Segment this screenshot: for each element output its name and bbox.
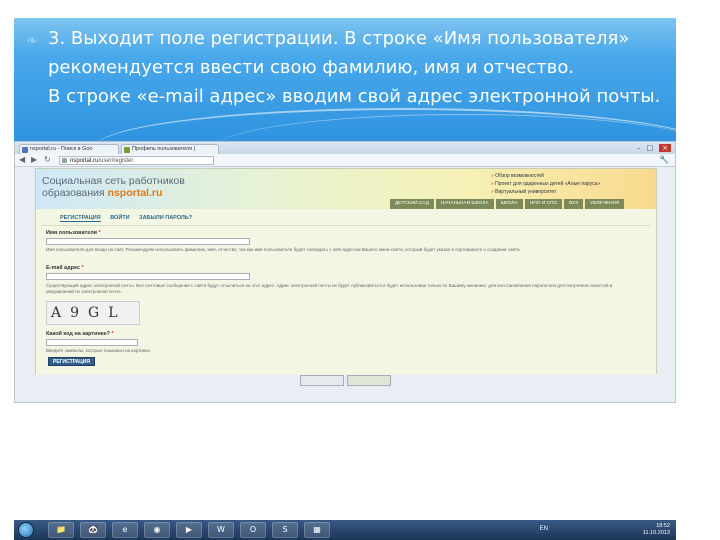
minimize-icon[interactable]: – [637,144,647,152]
ie-icon[interactable]: e [112,522,138,538]
forward-icon[interactable]: ▶ [31,155,37,164]
tab-login[interactable]: ВОЙТИ [110,215,129,221]
site-header: Социальная сеть работников образования n… [36,169,656,209]
register-button[interactable]: РЕГИСТРАЦИЯ [48,357,95,366]
explorer-icon[interactable]: 📁 [48,522,74,538]
header-link[interactable]: Проект для одаренных детей «Алые паруса» [491,180,600,188]
username-input[interactable] [46,238,250,245]
clock-time: 18:52 [656,523,670,529]
email-label: E-mail адрес * [46,265,84,271]
footer-banner-image [300,375,344,386]
header-link[interactable]: Обзор возможностей [491,172,600,180]
nav-primary-school[interactable]: НАЧАЛЬНАЯ ШКОЛА [435,199,494,209]
tab-label: nsportal.ru - Поиск в Goo [30,146,93,152]
opera-icon[interactable]: O [240,522,266,538]
clock-date: 11.10.2013 [642,530,670,536]
site-brand-link[interactable]: nsportal.ru [108,187,163,199]
slide-paragraph-1: 3. Выходит поле регистрации. В строке «И… [48,28,630,78]
email-hint: Существующий адрес электронной почты. Вс… [46,283,613,294]
language-indicator[interactable]: EN [540,526,548,532]
header-links: Обзор возможностей Проект для одаренных … [491,172,600,196]
clock[interactable]: 18:52 11.10.2013 [643,523,670,537]
registration-form: РЕГИСТРАЦИЯ ВОЙТИ ЗАБЫЛИ ПАРОЛЬ? Имя пол… [36,209,656,375]
footer-banner-image [347,375,391,386]
nav-university[interactable]: ВУЗ [564,199,584,209]
required-mark: * [81,265,84,271]
nav-npo-spo[interactable]: НПО И СПО [524,199,563,209]
required-mark: * [98,230,101,236]
url-host: nsportal.ru [70,158,99,164]
username-hint: Имя пользователя для входа на сайт. Реко… [46,247,521,252]
browser-screenshot: nsportal.ru - Поиск в Goo Профиль пользо… [14,141,676,403]
captcha-label: Какой код на картинке? * [46,331,114,337]
tab-register[interactable]: РЕГИСТРАЦИЯ [60,215,101,222]
url-path: /user/register [98,158,134,164]
window-controls: –□ × [637,144,671,152]
app-icon[interactable]: ▦ [304,522,330,538]
bullet-icon: ❧ [26,33,38,49]
word-icon[interactable]: W [208,522,234,538]
browser-tab-profile[interactable]: Профиль пользователя | [121,144,219,154]
web-page: Социальная сеть работников образования n… [35,168,657,375]
form-tabs: РЕГИСТРАЦИЯ ВОЙТИ ЗАБЫЛИ ПАРОЛЬ? [60,215,200,222]
divider [42,225,650,226]
browser-tab-strip: nsportal.ru - Поиск в Goo Профиль пользо… [15,142,675,154]
browser-toolbar: ◀ ▶ ↻ nsportal.ru/user/register 🔧 [15,154,675,167]
start-button[interactable] [18,522,34,538]
tab-label: Профиль пользователя | [132,146,196,152]
chrome-icon[interactable]: ◉ [144,522,170,538]
favicon-icon [124,147,130,153]
slide-text: ❧ 3. Выходит поле регистрации. В строке … [26,24,676,111]
favicon-icon [22,147,28,153]
category-nav: ДЕТСКИЙ САД НАЧАЛЬНАЯ ШКОЛА ШКОЛА НПО И … [388,199,625,209]
back-icon[interactable]: ◀ [19,155,25,164]
nav-hobbies[interactable]: УВЛЕЧЕНИЯ [585,199,625,209]
maximize-icon[interactable]: □ [647,144,660,152]
taskbar: 📁 🐼 e ◉ ▶ W O S ▦ EN 18:52 11.10.2013 [14,520,676,540]
tab-forgot-password[interactable]: ЗАБЫЛИ ПАРОЛЬ? [139,215,192,221]
close-icon[interactable]: × [659,144,671,152]
nav-school[interactable]: ШКОЛА [495,199,523,209]
site-title-line2: образования nsportal.ru [42,187,162,199]
page-icon [62,158,67,163]
skype-icon[interactable]: S [272,522,298,538]
slide-paragraph-2: В строке «e-mail адрес» вводим свой адре… [48,86,661,107]
captcha-hint: Введите символы, которые показаны на кар… [46,348,152,353]
reload-icon[interactable]: ↻ [44,155,51,164]
required-mark: * [111,331,114,337]
media-player-icon[interactable]: ▶ [176,522,202,538]
address-bar[interactable]: nsportal.ru/user/register [59,156,214,165]
wrench-icon[interactable]: 🔧 [659,155,669,164]
captcha-image: A9GL [46,301,140,325]
site-title-prefix: образования [42,187,108,199]
username-label: Имя пользователя * [46,230,101,236]
site-title-line1: Социальная сеть работников [42,175,185,187]
browser-tab-search[interactable]: nsportal.ru - Поиск в Goo [19,144,119,154]
nav-kindergarten[interactable]: ДЕТСКИЙ САД [390,199,434,209]
header-link[interactable]: Виртуальный университет [491,188,600,196]
captcha-input[interactable] [46,339,138,346]
app-icon[interactable]: 🐼 [80,522,106,538]
email-input[interactable] [46,273,250,280]
